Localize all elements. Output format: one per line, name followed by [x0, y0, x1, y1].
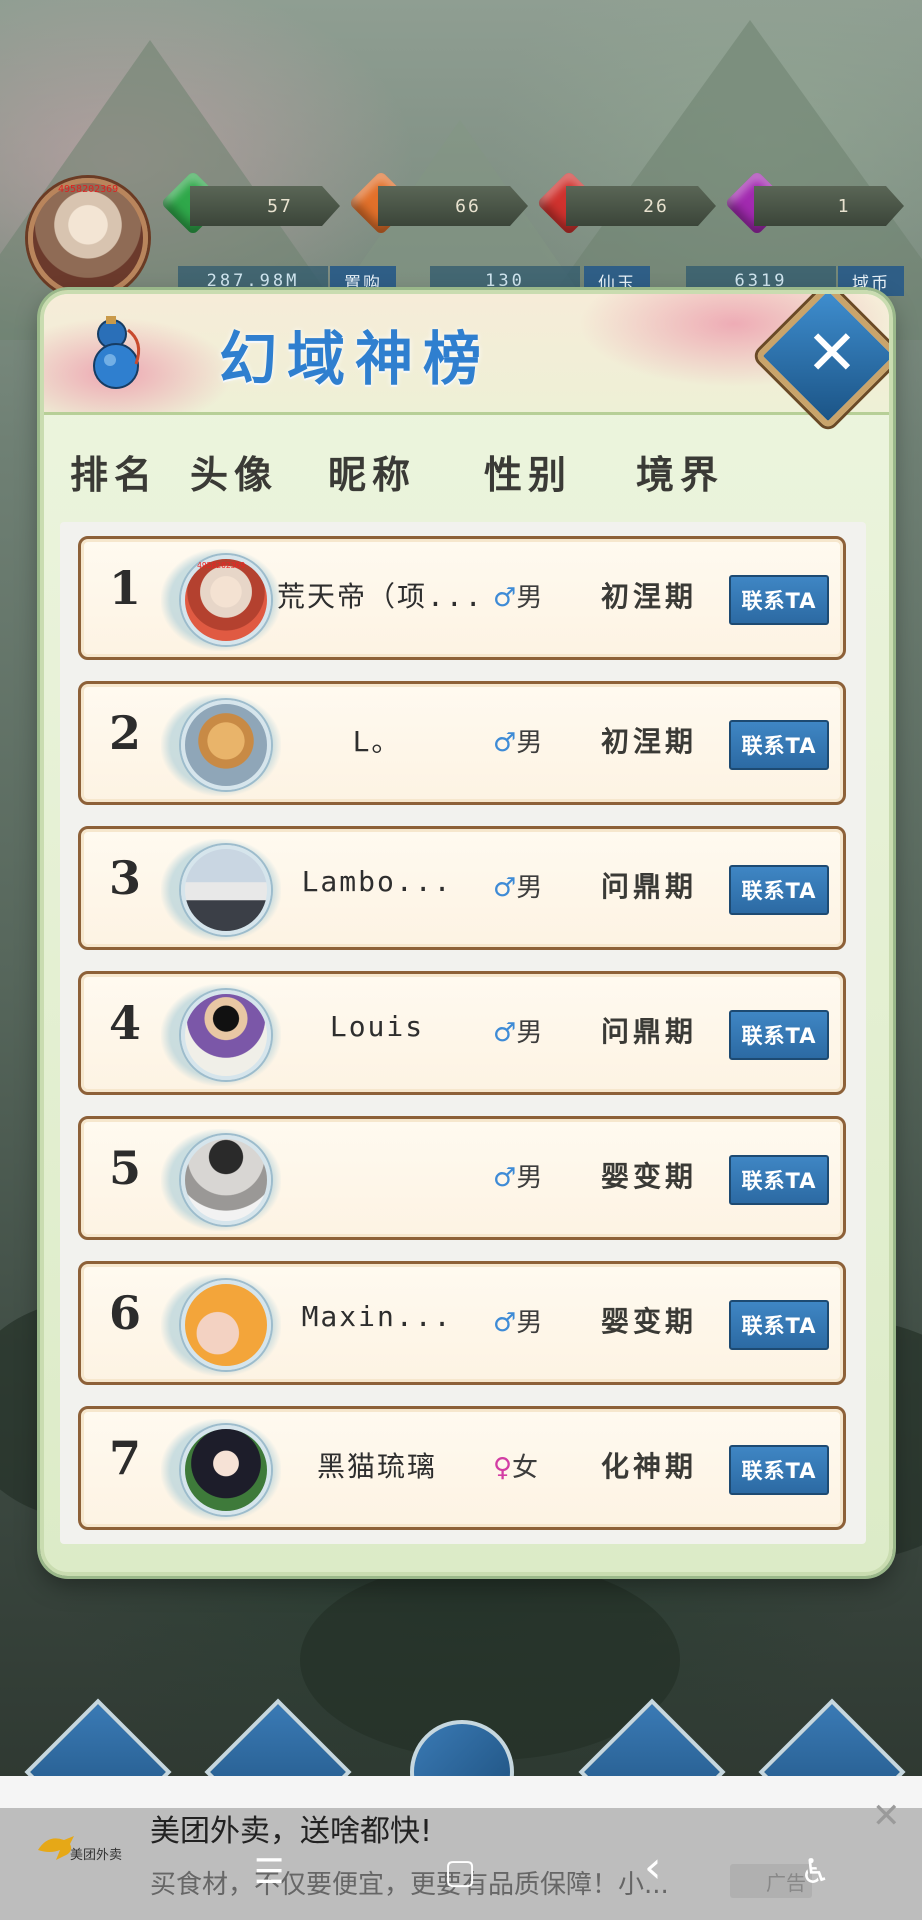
male-icon: ♂ — [493, 873, 517, 903]
close-button[interactable] — [754, 294, 889, 430]
avatar[interactable] — [181, 1425, 271, 1515]
panel-banner: 幻域神榜 ✕ — [44, 294, 889, 430]
female-icon: ♀ — [493, 1453, 513, 1483]
row-rank: 2 — [108, 706, 141, 760]
row-rank: 4 — [108, 996, 141, 1050]
row-rank: 3 — [108, 851, 141, 905]
header-rank: 排名 — [70, 452, 159, 497]
row-rank: 5 — [108, 1141, 141, 1195]
contact-button[interactable]: 联系TA — [729, 1155, 829, 1205]
home-icon[interactable]: ▢ — [444, 1852, 476, 1892]
ad-title[interactable]: 美团外卖，送啥都快! — [150, 1806, 432, 1850]
header-gender: 性别 — [484, 452, 573, 497]
row-gender: ♀女 — [493, 1453, 539, 1483]
contact-button[interactable]: 联系TA — [729, 720, 829, 770]
row-nickname: Maxin... — [301, 1300, 453, 1333]
row-nickname: Lambo... — [301, 865, 453, 898]
contact-button[interactable]: 联系TA — [729, 575, 829, 625]
header-realm: 境界 — [636, 452, 725, 497]
ranking-row: 1 4958202369 荒天帝（项... ♂男 初涅期 联系TA — [78, 536, 846, 660]
row-nickname: 荒天帝（项... — [277, 580, 477, 613]
row-realm: 初涅期 — [601, 725, 698, 758]
ranking-row: 7 黑猫琉璃 ♀女 化神期 联系TA — [78, 1406, 846, 1530]
avatar[interactable] — [181, 1135, 271, 1225]
avatar[interactable] — [181, 700, 271, 790]
row-rank: 6 — [108, 1286, 141, 1340]
row-gender: ♂男 — [493, 728, 543, 758]
row-gender: ♂男 — [493, 1018, 543, 1048]
ranking-row: 5 ♂男 婴变期 联系TA — [78, 1116, 846, 1240]
row-gender: ♂男 — [493, 873, 543, 903]
player-avatar[interactable] — [28, 178, 148, 298]
ad-description[interactable]: 买食材，不仅要便宜，更要有品质保障！小... — [150, 1864, 669, 1901]
leaderboard-panel: 幻域神榜 ✕ 排名 头像 昵称 性别 境界 1 4958202369 荒天帝（项… — [40, 290, 893, 1576]
row-nickname: 黑猫琉璃 — [316, 1450, 437, 1483]
avatar[interactable] — [181, 990, 271, 1080]
row-realm: 化神期 — [601, 1450, 698, 1483]
row-realm: 问鼎期 — [601, 870, 698, 903]
panel-title: 幻域神榜 — [219, 325, 492, 393]
avatar[interactable] — [181, 1280, 271, 1370]
row-rank: 7 — [108, 1431, 141, 1485]
row-gender: ♂男 — [493, 1308, 543, 1338]
ad-brand: 美团外卖 — [70, 1848, 123, 1863]
row-nickname: L。 — [352, 725, 402, 758]
back-icon[interactable]: ‹ — [644, 1842, 662, 1893]
header-avatar: 头像 — [190, 452, 279, 497]
resource-green: 57 — [190, 186, 340, 226]
avatar-id: 4958202369 — [197, 561, 246, 570]
male-icon: ♂ — [493, 728, 517, 758]
ranking-row: 3 Lambo... ♂男 问鼎期 联系TA — [78, 826, 846, 950]
resource-orange: 66 — [378, 186, 528, 226]
column-headers: 排名 头像 昵称 性别 境界 — [44, 444, 889, 504]
contact-button[interactable]: 联系TA — [729, 1300, 829, 1350]
ranking-row: 6 Maxin... ♂男 婴变期 联系TA — [78, 1261, 846, 1385]
ad-close-icon[interactable]: ✕ — [872, 1796, 901, 1836]
row-realm: 婴变期 — [601, 1305, 698, 1338]
row-nickname: Louis — [329, 1010, 425, 1043]
male-icon: ♂ — [493, 583, 517, 613]
contact-button[interactable]: 联系TA — [729, 865, 829, 915]
menu-icon[interactable]: ☰ — [254, 1852, 284, 1892]
resource-red: 26 — [566, 186, 716, 226]
ranking-row: 4 Louis ♂男 问鼎期 联系TA — [78, 971, 846, 1095]
ad-banner-top — [0, 1776, 922, 1810]
contact-button[interactable]: 联系TA — [729, 1010, 829, 1060]
ranking-list: 1 4958202369 荒天帝（项... ♂男 初涅期 联系TA 2 L。 ♂… — [60, 522, 866, 1544]
male-icon: ♂ — [493, 1163, 517, 1193]
ranking-row: 2 L。 ♂男 初涅期 联系TA — [78, 681, 846, 805]
male-icon: ♂ — [493, 1018, 517, 1048]
row-realm: 问鼎期 — [601, 1015, 698, 1048]
male-icon: ♂ — [493, 1308, 517, 1338]
accessibility-icon[interactable]: ♿ — [800, 1852, 830, 1892]
row-realm: 婴变期 — [601, 1160, 698, 1193]
avatar[interactable] — [181, 845, 271, 935]
player-id: 4958202369 — [58, 184, 119, 195]
row-gender: ♂男 — [493, 583, 543, 613]
row-realm: 初涅期 — [601, 580, 698, 613]
contact-button[interactable]: 联系TA — [729, 1445, 829, 1495]
gourd-icon — [93, 316, 141, 389]
resource-purple: 1 — [754, 186, 904, 226]
row-gender: ♂男 — [493, 1163, 543, 1193]
header-nickname: 昵称 — [328, 452, 417, 497]
row-rank: 1 — [108, 561, 141, 615]
